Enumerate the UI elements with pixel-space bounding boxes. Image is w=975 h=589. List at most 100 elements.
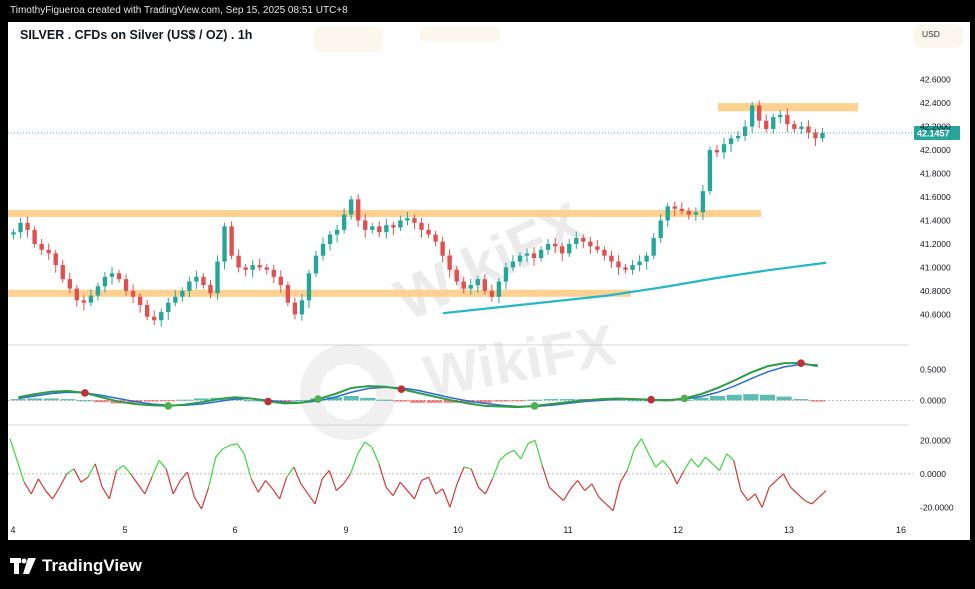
osc-segment: [172, 480, 181, 495]
candle-body: [39, 243, 44, 250]
osc-segment: [555, 493, 564, 502]
candle-body: [665, 206, 670, 221]
candle-body: [81, 300, 87, 303]
candle-body: [285, 285, 291, 303]
osc-segment: [229, 443, 238, 446]
chart-svg[interactable]: SILVER . CFDs on Silver (US$ / OZ) . 1h …: [8, 22, 970, 540]
osc-segment: [648, 453, 657, 468]
macd-histogram-bar: [560, 399, 576, 401]
price-tick-label: 42.6000: [920, 75, 951, 85]
candle-body: [447, 255, 452, 270]
candle-body: [236, 255, 241, 268]
candle-body: [672, 206, 677, 209]
candle-body: [756, 105, 762, 121]
time-tick-label: 6: [232, 525, 237, 535]
chart-area[interactable]: SILVER . CFDs on Silver (US$ / OZ) . 1h …: [8, 22, 970, 540]
candle-body: [651, 238, 656, 256]
macd-histogram-bar: [376, 399, 393, 401]
candle-body: [623, 267, 628, 270]
osc-segment: [782, 473, 792, 488]
osc-segment: [491, 460, 501, 480]
osc-segment: [591, 483, 600, 498]
osc-segment: [243, 453, 252, 480]
macd-cross-marker: [164, 402, 173, 410]
macd-histogram-bar: [93, 400, 109, 403]
osc-segment: [733, 460, 742, 491]
osc-segment: [541, 465, 550, 488]
osc-segment: [158, 460, 167, 470]
watermark-shape-1: [313, 26, 383, 52]
candle-body: [194, 276, 199, 282]
candle-body: [686, 211, 692, 215]
osc-segment: [421, 476, 429, 482]
osc-segment: [804, 500, 813, 505]
osc-segment: [740, 490, 749, 501]
candle-body: [278, 276, 284, 286]
osc-segment: [179, 471, 188, 481]
osc-segment: [59, 473, 68, 488]
candle-body: [433, 234, 438, 242]
brand-name: TradingView: [42, 556, 142, 575]
osc-segment: [272, 488, 281, 500]
watermark-text-2: WikiFX: [419, 312, 621, 410]
candle-body: [510, 261, 516, 268]
osc-segment: [534, 440, 543, 466]
candle-body: [46, 249, 51, 254]
osc-segment: [73, 468, 82, 483]
oscillator-panel: 20.0000 0.0000 -20.0000: [8, 435, 954, 512]
candle-body: [88, 295, 94, 303]
macd-histogram-bar: [27, 398, 43, 401]
price-tick-label: 42.0000: [920, 145, 951, 155]
candle-body: [820, 132, 825, 139]
osc-segment: [307, 493, 316, 505]
osc-segment: [619, 470, 628, 483]
osc-segment: [137, 483, 146, 495]
candle-body: [496, 281, 502, 297]
tradingview-brand[interactable]: TradingView: [10, 556, 142, 576]
osc-segment: [392, 481, 401, 496]
osc-segment: [768, 480, 777, 488]
candle-body: [159, 312, 164, 321]
candle-body: [419, 222, 424, 230]
time-tick-label: 16: [896, 525, 906, 535]
candle-body: [109, 273, 115, 277]
time-axis[interactable]: 4 5 6 9 10 11 12 13 16: [10, 525, 906, 535]
osc-segment: [9, 438, 18, 461]
candle-body: [503, 267, 509, 282]
candle-body: [25, 222, 30, 230]
osc-segment: [676, 470, 685, 485]
candle-body: [616, 261, 621, 268]
osc-segment: [506, 449, 515, 455]
candle-body: [334, 229, 340, 235]
osc-segment: [45, 490, 54, 500]
osc-segment: [499, 453, 508, 461]
macd-cross-marker: [680, 394, 689, 403]
price-axis[interactable]: 42.6000 42.4000 42.2000 42.0000 41.8000 41.60…: [920, 75, 951, 320]
candle-body: [18, 222, 23, 233]
osc-segment: [357, 441, 366, 455]
osc-segment: [165, 468, 174, 495]
osc-segment: [690, 458, 699, 468]
candle-body: [700, 191, 706, 213]
candle-body: [637, 261, 642, 266]
osc-segment: [236, 443, 245, 455]
macd-histogram-bar: [177, 399, 193, 401]
macd-histogram-bar: [193, 398, 209, 401]
osc-segment: [413, 480, 423, 500]
osc-segment: [790, 486, 799, 495]
osc-segment: [257, 480, 266, 493]
osc-segment: [215, 448, 224, 458]
candle-body: [679, 208, 684, 212]
osc-segment: [37, 478, 46, 491]
candle-body: [116, 273, 122, 280]
candle-body: [524, 253, 530, 256]
candle-body: [588, 241, 593, 247]
candle-body: [144, 305, 150, 317]
candle-body: [299, 300, 305, 315]
osc-segment: [520, 443, 529, 460]
macd-histogram-bar: [160, 400, 176, 402]
price-tick-label: 41.0000: [920, 262, 951, 272]
osc-segment: [775, 473, 784, 481]
macd-histogram-bar: [693, 397, 709, 401]
osc-segment: [435, 488, 444, 495]
